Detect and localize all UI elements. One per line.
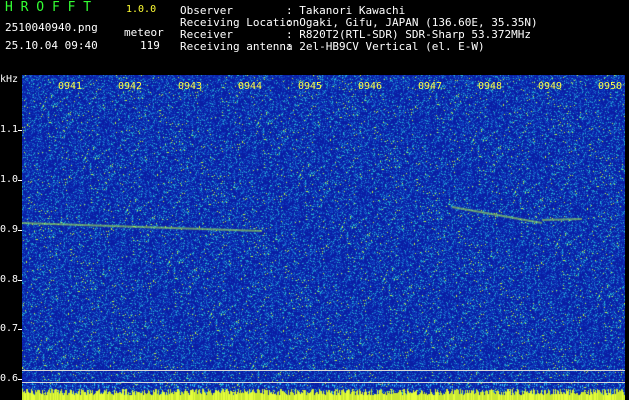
app-version: 1.0.0 xyxy=(126,4,157,15)
x-tick-label: 0948 xyxy=(478,81,503,92)
y-tick-mark xyxy=(18,230,22,231)
reference-line-lower xyxy=(22,382,625,383)
y-tick-label: 0.6 xyxy=(0,373,19,384)
y-tick-label: 0.8 xyxy=(0,274,19,285)
y-tick-mark xyxy=(18,329,22,330)
y-tick-mark xyxy=(18,280,22,281)
info-antenna-value: : 2el-HB9CV Vertical (el. E-W) xyxy=(286,40,485,53)
info-antenna-label: Receiving antenna xyxy=(180,40,293,53)
x-tick-label: 0944 xyxy=(238,81,263,92)
spectrogram-canvas xyxy=(22,75,625,400)
x-tick-label: 0950 xyxy=(598,81,623,92)
x-tick-label: 0945 xyxy=(298,81,323,92)
file-name: 2510040940.png xyxy=(5,21,98,34)
x-tick-label: 0947 xyxy=(418,81,443,92)
y-tick-mark xyxy=(18,180,22,181)
y-tick-mark xyxy=(18,130,22,131)
meteor-count: 119 xyxy=(140,39,160,52)
app-title: H R O F F T xyxy=(5,0,92,15)
x-tick-label: 0946 xyxy=(358,81,383,92)
x-tick-label: 0943 xyxy=(178,81,203,92)
y-tick-label: 0.9 xyxy=(0,224,19,235)
x-tick-label: 0942 xyxy=(118,81,143,92)
file-datetime: 25.10.04 09:40 xyxy=(5,39,98,52)
y-tick-mark xyxy=(18,379,22,380)
y-tick-label: 1.1 xyxy=(0,124,19,135)
x-tick-label: 0949 xyxy=(538,81,563,92)
reference-line-upper xyxy=(22,370,625,371)
y-axis-unit: kHz xyxy=(0,74,19,85)
y-tick-label: 1.0 xyxy=(0,174,19,185)
y-tick-label: 0.7 xyxy=(0,323,19,334)
meteor-label: meteor xyxy=(124,26,164,39)
x-tick-label: 0941 xyxy=(58,81,83,92)
